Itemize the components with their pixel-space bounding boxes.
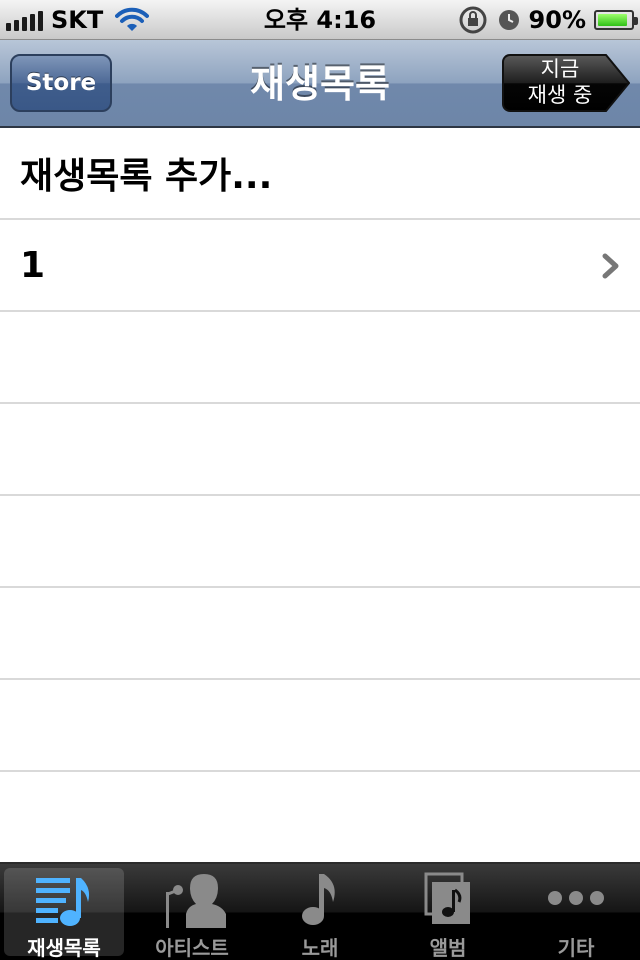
list-item <box>0 496 640 588</box>
status-bar: SKT 오후 4:16 90% <box>0 0 640 40</box>
chevron-right-icon <box>602 253 619 279</box>
playlist-list: 재생목록 추가... 1 <box>0 128 640 772</box>
playlist-row[interactable]: 1 <box>0 220 640 312</box>
list-item <box>0 404 640 496</box>
list-item <box>0 680 640 772</box>
now-playing-line-1: 지금 <box>540 57 580 81</box>
wifi-icon <box>115 7 150 31</box>
carrier-name: SKT <box>51 6 104 34</box>
battery-icon <box>594 10 638 30</box>
add-playlist-row[interactable]: 재생목록 추가... <box>0 128 640 220</box>
battery-percent: 90% <box>528 6 586 34</box>
list-item <box>0 588 640 680</box>
store-button[interactable]: Store <box>10 54 112 112</box>
artist-icon <box>166 874 226 928</box>
status-left: SKT <box>6 0 150 40</box>
tab-label: 노래 <box>301 936 339 960</box>
now-playing-button[interactable]: 지금 재생 중 <box>502 54 630 112</box>
more-icon <box>548 891 604 905</box>
status-right: 90% <box>457 0 638 40</box>
tab-songs[interactable]: 노래 <box>256 864 384 960</box>
album-icon <box>424 872 470 924</box>
tab-albums[interactable]: 앨범 <box>384 864 512 960</box>
alarm-icon <box>498 10 519 30</box>
tab-label: 기타 <box>557 936 595 960</box>
navigation-bar: 재생목록 Store 지금 재생 중 <box>0 40 640 128</box>
playlist-name: 1 <box>20 244 46 286</box>
tab-bar: 재생목록 아티스트 노래 앨범 기타 <box>0 862 640 960</box>
signal-strength-icon <box>6 9 43 31</box>
tab-more[interactable]: 기타 <box>512 864 640 960</box>
song-icon <box>302 874 335 925</box>
tab-artists[interactable]: 아티스트 <box>128 864 256 960</box>
add-playlist-label: 재생목록 추가... <box>20 156 273 197</box>
now-playing-line-2: 재생 중 <box>527 83 593 107</box>
playlist-icon <box>36 878 90 926</box>
tab-label: 아티스트 <box>155 936 229 960</box>
rotation-lock-icon <box>459 6 487 34</box>
list-item <box>0 312 640 404</box>
battery-level <box>598 14 627 26</box>
tab-label: 재생목록 <box>27 936 101 960</box>
tab-playlists[interactable]: 재생목록 <box>0 864 128 960</box>
now-playing-label: 지금 재생 중 <box>510 56 610 110</box>
tab-label: 앨범 <box>429 936 467 960</box>
